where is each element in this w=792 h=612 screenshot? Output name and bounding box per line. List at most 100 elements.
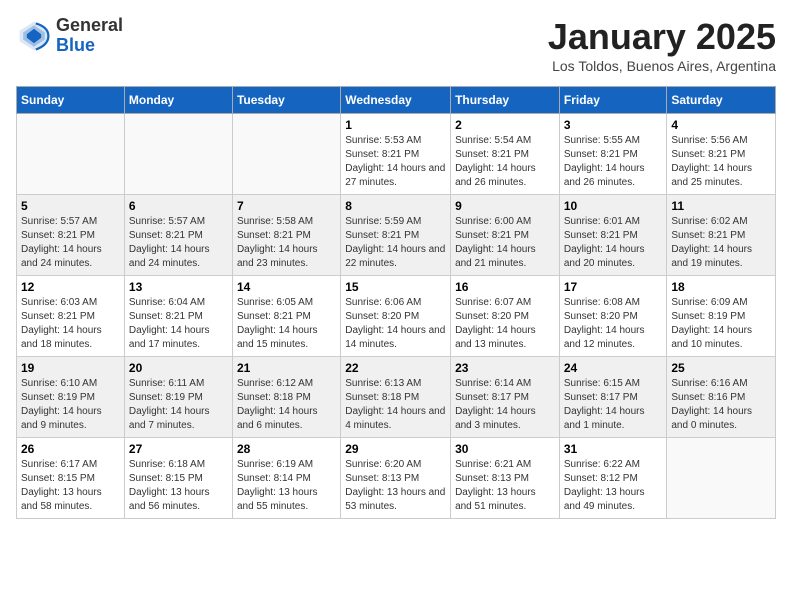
day-info: Sunrise: 6:01 AM Sunset: 8:21 PM Dayligh…	[564, 215, 663, 271]
calendar-cell: 24Sunrise: 6:15 AM Sunset: 8:17 PM Dayli…	[559, 357, 667, 438]
calendar-cell: 15 Sunrise: 6:06 AM Sunset: 8:20 PM Dayli…	[341, 276, 451, 357]
calendar-cell: 31Sunrise: 6:22 AM Sunset: 8:12 PM Dayli…	[559, 438, 667, 519]
day-number: 29	[345, 442, 446, 456]
logo-general: General	[56, 16, 123, 36]
day-number: 19	[21, 361, 120, 375]
day-number: 24	[564, 361, 663, 375]
calendar-cell	[17, 114, 125, 195]
day-info: Sunrise: 6:03 AM Sunset: 8:21 PM Dayligh…	[21, 296, 120, 352]
day-info: Sunrise: 6:00 AM Sunset: 8:21 PM Dayligh…	[455, 215, 555, 271]
calendar-cell: 10 Sunrise: 6:01 AM Sunset: 8:21 PM Dayli…	[559, 195, 667, 276]
day-number: 28	[237, 442, 336, 456]
calendar-cell: 6Sunrise: 5:57 AM Sunset: 8:21 PM Daylig…	[124, 195, 232, 276]
day-number: 27	[129, 442, 228, 456]
day-info: Sunrise: 5:54 AM Sunset: 8:21 PM Dayligh…	[455, 134, 555, 190]
day-number: 20	[129, 361, 228, 375]
day-of-week-header: Thursday	[451, 87, 560, 114]
calendar-week-row: 19 Sunrise: 6:10 AM Sunset: 8:19 PM Dayli…	[17, 357, 776, 438]
calendar-cell	[124, 114, 232, 195]
day-number: 26	[21, 442, 120, 456]
day-of-week-header: Monday	[124, 87, 232, 114]
day-info: Sunrise: 6:12 AM Sunset: 8:18 PM Dayligh…	[237, 377, 336, 433]
day-info: Sunrise: 6:02 AM Sunset: 8:21 PM Dayligh…	[671, 215, 771, 271]
calendar-cell: 3Sunrise: 5:55 AM Sunset: 8:21 PM Daylig…	[559, 114, 667, 195]
day-number: 3	[564, 118, 663, 132]
day-number: 25	[671, 361, 771, 375]
day-number: 5	[21, 199, 120, 213]
calendar-cell: 17Sunrise: 6:08 AM Sunset: 8:20 PM Dayli…	[559, 276, 667, 357]
day-number: 7	[237, 199, 336, 213]
day-info: Sunrise: 6:05 AM Sunset: 8:21 PM Dayligh…	[237, 296, 336, 352]
day-number: 4	[671, 118, 771, 132]
calendar-subtitle: Los Toldos, Buenos Aires, Argentina	[548, 58, 776, 74]
day-number: 9	[455, 199, 555, 213]
day-info: Sunrise: 5:57 AM Sunset: 8:21 PM Dayligh…	[21, 215, 120, 271]
calendar-cell: 11 Sunrise: 6:02 AM Sunset: 8:21 PM Dayli…	[667, 195, 776, 276]
day-of-week-header: Wednesday	[341, 87, 451, 114]
page-header: General Blue January 2025 Los Toldos, Bu…	[16, 16, 776, 74]
calendar-cell: 13 Sunrise: 6:04 AM Sunset: 8:21 PM Dayli…	[124, 276, 232, 357]
calendar-cell: 12Sunrise: 6:03 AM Sunset: 8:21 PM Dayli…	[17, 276, 125, 357]
day-number: 13	[129, 280, 228, 294]
day-number: 17	[564, 280, 663, 294]
day-info: Sunrise: 6:16 AM Sunset: 8:16 PM Dayligh…	[671, 377, 771, 433]
day-number: 31	[564, 442, 663, 456]
day-info: Sunrise: 6:18 AM Sunset: 8:15 PM Dayligh…	[129, 458, 228, 514]
day-info: Sunrise: 6:06 AM Sunset: 8:20 PM Dayligh…	[345, 296, 446, 352]
day-of-week-header: Saturday	[667, 87, 776, 114]
calendar-header-row: SundayMondayTuesdayWednesdayThursdayFrid…	[17, 87, 776, 114]
calendar-cell	[667, 438, 776, 519]
day-number: 8	[345, 199, 446, 213]
calendar-cell: 28 Sunrise: 6:19 AM Sunset: 8:14 PM Dayli…	[232, 438, 340, 519]
day-info: Sunrise: 6:17 AM Sunset: 8:15 PM Dayligh…	[21, 458, 120, 514]
day-info: Sunrise: 6:09 AM Sunset: 8:19 PM Dayligh…	[671, 296, 771, 352]
calendar-week-row: 12Sunrise: 6:03 AM Sunset: 8:21 PM Dayli…	[17, 276, 776, 357]
calendar-cell: 22 Sunrise: 6:13 AM Sunset: 8:18 PM Dayli…	[341, 357, 451, 438]
calendar-cell: 2 Sunrise: 5:54 AM Sunset: 8:21 PM Daylig…	[451, 114, 560, 195]
calendar-cell: 4 Sunrise: 5:56 AM Sunset: 8:21 PM Daylig…	[667, 114, 776, 195]
day-info: Sunrise: 6:10 AM Sunset: 8:19 PM Dayligh…	[21, 377, 120, 433]
calendar-cell: 23 Sunrise: 6:14 AM Sunset: 8:17 PM Dayli…	[451, 357, 560, 438]
day-number: 15	[345, 280, 446, 294]
day-info: Sunrise: 6:21 AM Sunset: 8:13 PM Dayligh…	[455, 458, 555, 514]
calendar-cell: 14 Sunrise: 6:05 AM Sunset: 8:21 PM Dayli…	[232, 276, 340, 357]
day-of-week-header: Tuesday	[232, 87, 340, 114]
day-info: Sunrise: 6:20 AM Sunset: 8:13 PM Dayligh…	[345, 458, 446, 514]
calendar-cell: 16Sunrise: 6:07 AM Sunset: 8:20 PM Dayli…	[451, 276, 560, 357]
calendar-cell: 21 Sunrise: 6:12 AM Sunset: 8:18 PM Dayli…	[232, 357, 340, 438]
calendar-cell: 29 Sunrise: 6:20 AM Sunset: 8:13 PM Dayli…	[341, 438, 451, 519]
calendar-cell: 30Sunrise: 6:21 AM Sunset: 8:13 PM Dayli…	[451, 438, 560, 519]
day-number: 23	[455, 361, 555, 375]
day-number: 2	[455, 118, 555, 132]
day-info: Sunrise: 6:14 AM Sunset: 8:17 PM Dayligh…	[455, 377, 555, 433]
day-info: Sunrise: 5:56 AM Sunset: 8:21 PM Dayligh…	[671, 134, 771, 190]
calendar-cell: 26 Sunrise: 6:17 AM Sunset: 8:15 PM Dayli…	[17, 438, 125, 519]
day-info: Sunrise: 5:57 AM Sunset: 8:21 PM Dayligh…	[129, 215, 228, 271]
calendar-cell: 25 Sunrise: 6:16 AM Sunset: 8:16 PM Dayli…	[667, 357, 776, 438]
day-info: Sunrise: 5:59 AM Sunset: 8:21 PM Dayligh…	[345, 215, 446, 271]
day-number: 22	[345, 361, 446, 375]
day-number: 10	[564, 199, 663, 213]
calendar-week-row: 5 Sunrise: 5:57 AM Sunset: 8:21 PM Daylig…	[17, 195, 776, 276]
day-info: Sunrise: 6:04 AM Sunset: 8:21 PM Dayligh…	[129, 296, 228, 352]
calendar-cell: 18Sunrise: 6:09 AM Sunset: 8:19 PM Dayli…	[667, 276, 776, 357]
calendar-week-row: 1Sunrise: 5:53 AM Sunset: 8:21 PM Daylig…	[17, 114, 776, 195]
logo: General Blue	[16, 16, 123, 56]
title-block: January 2025 Los Toldos, Buenos Aires, A…	[548, 16, 776, 74]
calendar-cell: 9 Sunrise: 6:00 AM Sunset: 8:21 PM Daylig…	[451, 195, 560, 276]
calendar-table: SundayMondayTuesdayWednesdayThursdayFrid…	[16, 86, 776, 519]
calendar-title: January 2025	[548, 16, 776, 58]
day-number: 14	[237, 280, 336, 294]
day-info: Sunrise: 5:53 AM Sunset: 8:21 PM Dayligh…	[345, 134, 446, 190]
day-info: Sunrise: 6:13 AM Sunset: 8:18 PM Dayligh…	[345, 377, 446, 433]
day-of-week-header: Sunday	[17, 87, 125, 114]
day-info: Sunrise: 6:19 AM Sunset: 8:14 PM Dayligh…	[237, 458, 336, 514]
logo-text: General Blue	[56, 16, 123, 56]
calendar-cell: 19 Sunrise: 6:10 AM Sunset: 8:19 PM Dayli…	[17, 357, 125, 438]
calendar-cell: 1Sunrise: 5:53 AM Sunset: 8:21 PM Daylig…	[341, 114, 451, 195]
day-info: Sunrise: 6:11 AM Sunset: 8:19 PM Dayligh…	[129, 377, 228, 433]
day-number: 11	[671, 199, 771, 213]
day-number: 21	[237, 361, 336, 375]
day-number: 16	[455, 280, 555, 294]
day-of-week-header: Friday	[559, 87, 667, 114]
